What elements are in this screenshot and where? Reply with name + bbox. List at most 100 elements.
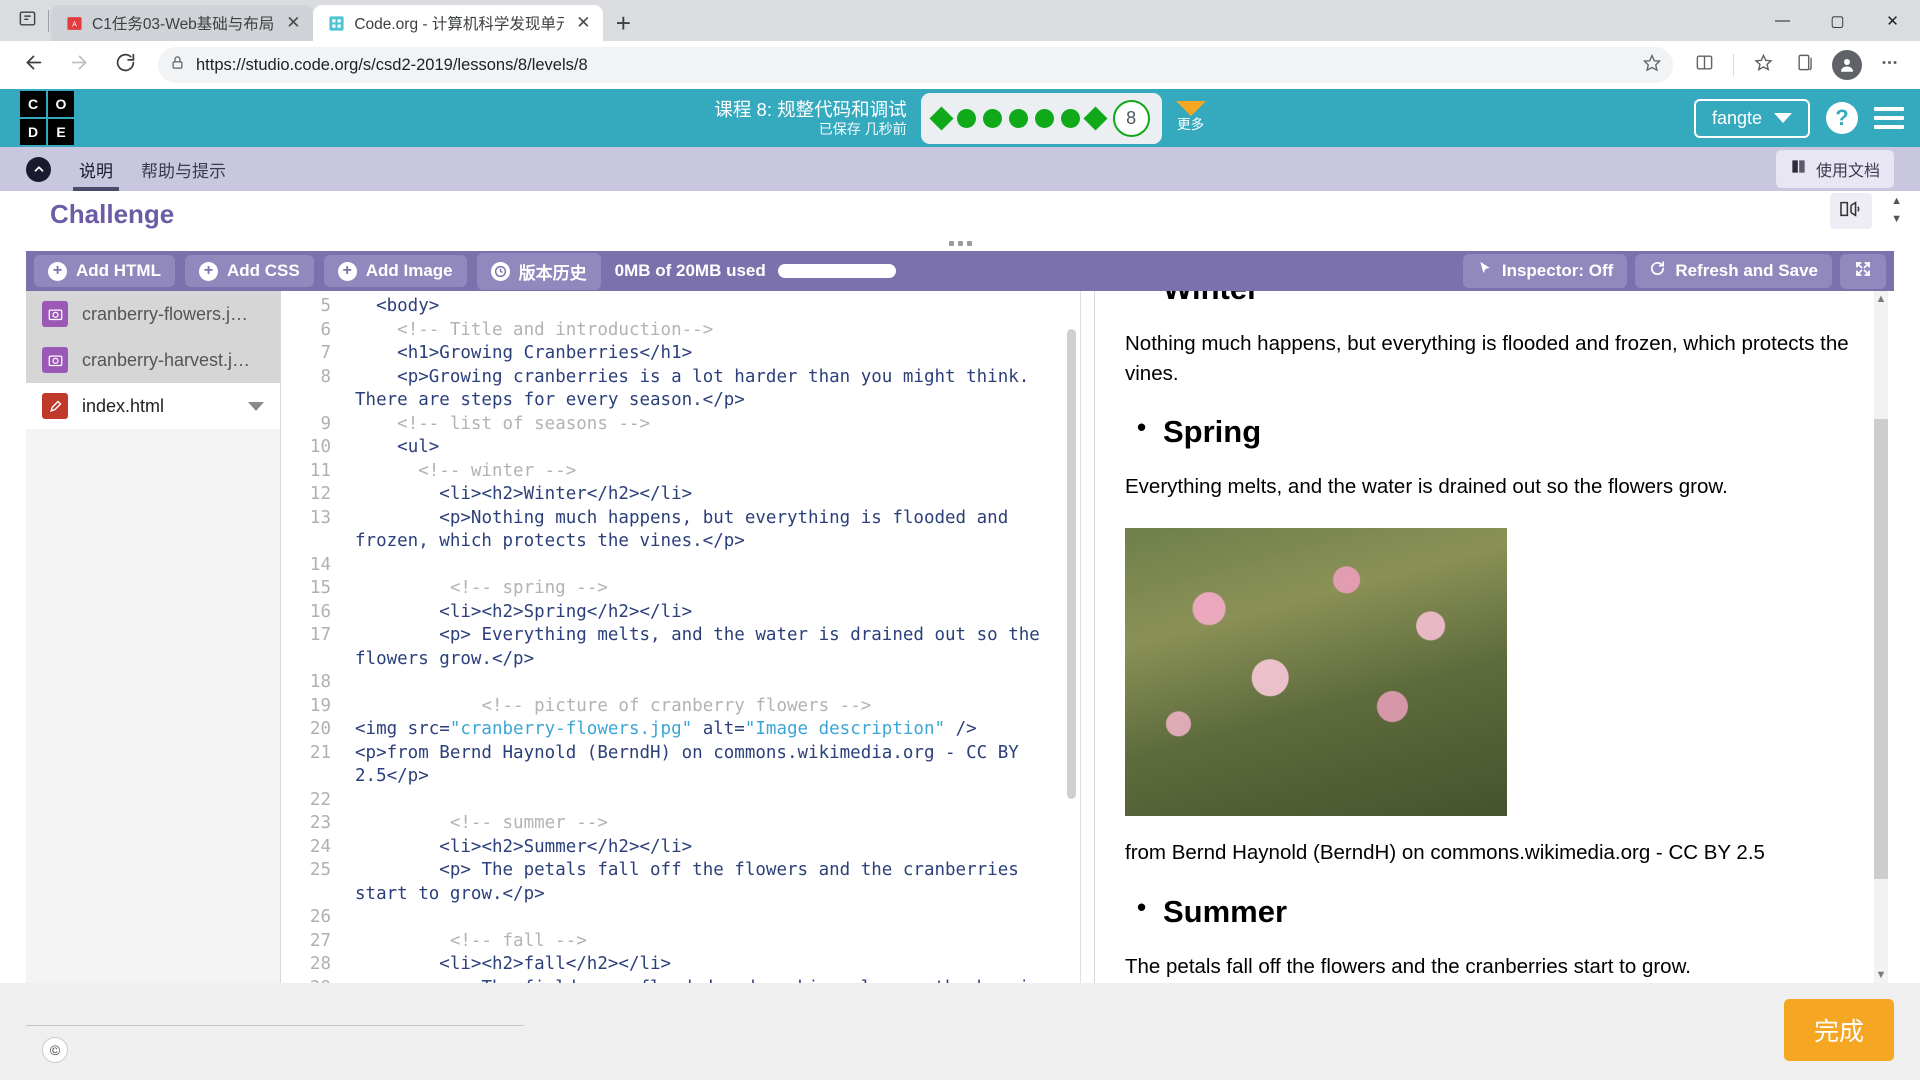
code-editor-scrollbar[interactable] [1067, 329, 1076, 799]
level-bubble-current[interactable]: 8 [1112, 99, 1150, 137]
code-line-11: <!-- winter --> [355, 460, 1080, 484]
code-editor[interactable]: 5 6 7 8 9 10 11 12 13 14 15 16 17 18 19 20 21 22 23 24 25 26 2… [281, 291, 1080, 983]
spinner-up-icon[interactable]: ▲ [1891, 195, 1902, 207]
panel-drag-handle[interactable] [0, 235, 1920, 251]
level-bubble-5[interactable] [1034, 108, 1054, 128]
code-token: <p>from Bernd Haynold (BerndH) on common… [355, 742, 1030, 787]
browser-tab-0[interactable]: A C1任务03-Web基础与布局 ✕ [51, 5, 314, 41]
more-options-icon [1880, 53, 1899, 77]
browser-tab-0-title: C1任务03-Web基础与布局 [92, 16, 275, 33]
add-html-label: Add HTML [76, 261, 161, 280]
menu-hamburger-icon[interactable] [1874, 107, 1904, 129]
preview-scroll-up-button[interactable]: ▲ [1874, 291, 1888, 307]
inspector-toggle-button[interactable]: Inspector: Off [1462, 254, 1628, 288]
reload-button[interactable] [104, 44, 146, 86]
line-number-15: 15 [309, 578, 331, 598]
window-minimize-button[interactable]: — [1755, 0, 1810, 41]
line-number-26: 26 [309, 907, 331, 927]
editor-right-edge [1080, 291, 1094, 983]
line-number-24: 24 [309, 836, 331, 857]
code-token: <p> The petals fall off the flowers and … [355, 860, 1030, 904]
line-number-25: 25 [309, 860, 331, 880]
code-line-25: <p> The petals fall off the flowers and … [355, 859, 1080, 906]
browser-tab-0-close-icon[interactable]: ✕ [283, 13, 303, 33]
back-button[interactable] [12, 44, 54, 86]
level-bubble-1[interactable] [929, 105, 954, 131]
level-bubble-3[interactable] [982, 108, 1002, 128]
preview-paragraph: Everything melts, and the water is drain… [1125, 475, 1728, 499]
fullscreen-button[interactable] [1840, 253, 1886, 289]
documentation-button[interactable]: 使用文档 [1775, 150, 1894, 188]
code-line-17: <p> Everything melts, and the water is d… [355, 624, 1080, 671]
browser-chrome: A C1任务03-Web基础与布局 ✕ Code.org - 计算机科学发现单元… [0, 0, 1920, 89]
file-list-panel: cranberry-flowers.j… cranberry-harvest.j… [26, 291, 281, 983]
cursor-arrow-icon [1477, 260, 1493, 282]
tab-help-and-tips[interactable]: 帮助与提示 [127, 147, 240, 191]
add-css-button[interactable]: + Add CSS [184, 255, 314, 287]
code-line-13: <p>Nothing much happens, but everything … [355, 507, 1080, 554]
level-progress-bubbles: 8 [920, 92, 1162, 144]
preview-paragraph: The petals fall off the flowers and the … [1125, 954, 1691, 978]
add-html-button[interactable]: + Add HTML [34, 255, 175, 287]
favorites-button[interactable] [1744, 46, 1782, 84]
split-screen-button[interactable] [1685, 46, 1723, 84]
storage-usage-bar [777, 264, 896, 278]
file-name-label: cranberry-harvest.j… [82, 349, 251, 370]
user-menu-button[interactable]: fangte [1693, 98, 1810, 138]
more-options-button[interactable] [1870, 46, 1908, 84]
refresh-and-save-button[interactable]: Refresh and Save [1635, 254, 1832, 288]
window-close-button[interactable]: ✕ [1865, 0, 1920, 41]
copyright-button[interactable]: © [42, 1037, 68, 1063]
level-bubble-7[interactable] [1083, 105, 1108, 131]
code-token: <ul> [397, 437, 440, 457]
chevron-down-icon[interactable] [248, 401, 264, 411]
code-editor-inner: 5 6 7 8 9 10 11 12 13 14 15 16 17 18 19 20 21 22 23 24 25 26 2… [281, 291, 1080, 983]
version-history-button[interactable]: 版本历史 [476, 252, 601, 290]
help-button[interactable]: ? [1826, 102, 1858, 134]
code-text-area[interactable]: <body> <!-- Title and introduction--> <h… [343, 295, 1080, 983]
browser-tab-1-title: Code.org - 计算机科学发现单元2 [354, 16, 565, 33]
expand-arrows-icon [1854, 260, 1872, 283]
tab-search-button[interactable] [8, 0, 46, 41]
code-line-21: <p>from Bernd Haynold (BerndH) on common… [355, 742, 1080, 789]
more-dropdown[interactable]: 更多 [1175, 101, 1206, 135]
browser-tab-1[interactable]: Code.org - 计算机科学发现单元2 ✕ [313, 5, 604, 41]
window-maximize-button[interactable]: ▢ [1810, 0, 1865, 41]
code-line-23: <!-- summer --> [355, 812, 1080, 836]
bookmark-star-icon[interactable] [1642, 53, 1662, 77]
collections-button[interactable] [1786, 46, 1824, 84]
code-token: <!-- list of seasons --> [397, 413, 651, 434]
html-file-icon [42, 393, 68, 419]
file-row-cranberry-flowers[interactable]: cranberry-flowers.j… [26, 291, 280, 337]
new-tab-button[interactable]: + [603, 5, 643, 41]
chevron-up-circle-icon [26, 156, 51, 182]
refresh-and-save-label: Refresh and Save [1675, 261, 1818, 280]
instructions-resize-spinner[interactable]: ▲ ▼ [1891, 195, 1902, 225]
file-row-cranberry-harvest[interactable]: cranberry-harvest.j… [26, 337, 280, 383]
profile-button[interactable] [1828, 46, 1866, 84]
text-to-speech-button[interactable] [1830, 193, 1872, 229]
level-bubble-4[interactable] [1008, 108, 1028, 128]
collapse-instructions-button[interactable] [26, 147, 65, 191]
preview-scrollbar-thumb[interactable] [1874, 419, 1888, 879]
level-bubble-2[interactable] [956, 108, 976, 128]
code-line-19: <!-- picture of cranberry flowers --> [355, 695, 1080, 719]
forward-button[interactable] [58, 44, 100, 86]
spinner-down-icon[interactable]: ▼ [1891, 213, 1902, 225]
address-bar[interactable]: https://studio.code.org/s/csd2-2019/less… [158, 47, 1673, 83]
level-bubble-6[interactable] [1060, 108, 1080, 128]
tab-instructions[interactable]: 说明 [65, 147, 127, 191]
address-bar-url: https://studio.code.org/s/csd2-2019/less… [196, 55, 588, 74]
browser-tab-1-close-icon[interactable]: ✕ [573, 13, 593, 33]
file-row-index-html[interactable]: index.html [26, 383, 280, 429]
add-image-button[interactable]: + Add Image [323, 255, 467, 287]
code-token: <li><h2>fall</h2></li> [439, 954, 672, 974]
code-line-12: <li><h2>Winter</h2></li> [355, 483, 1080, 507]
preview-scroll-down-button[interactable]: ▼ [1874, 967, 1888, 983]
finish-button[interactable]: 完成 [1783, 999, 1894, 1061]
code-line-20: <img src="cranberry-flowers.jpg" alt="Im… [355, 718, 1080, 742]
codeorg-icon [327, 14, 345, 32]
